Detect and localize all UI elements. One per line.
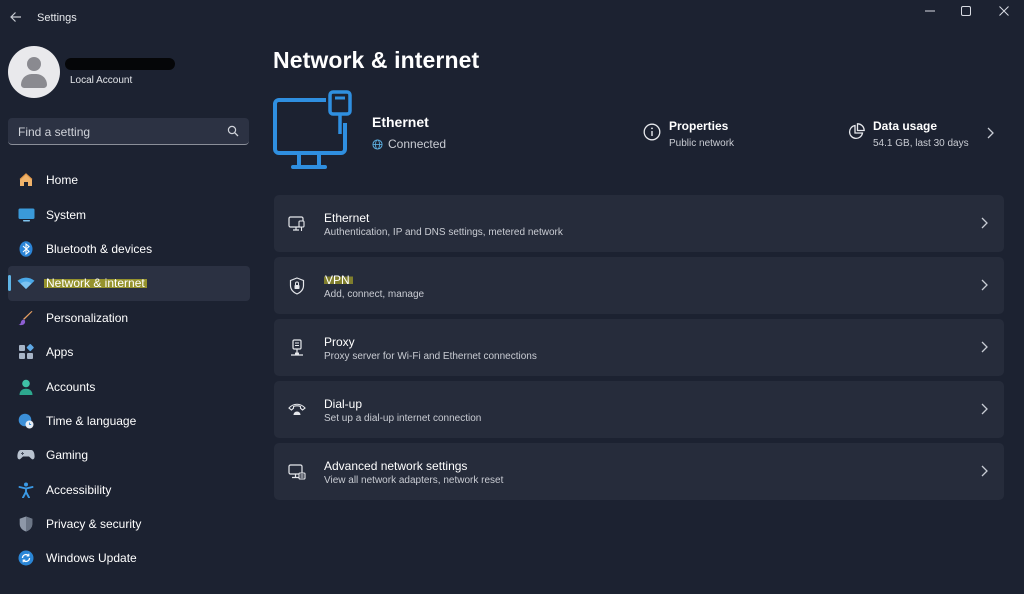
avatar xyxy=(8,46,60,98)
sidebar-item-windows-update[interactable]: Windows Update xyxy=(8,541,250,575)
dialup-icon xyxy=(287,400,307,420)
account-panel[interactable]: Local Account xyxy=(8,46,248,98)
sidebar-item-bluetooth[interactable]: Bluetooth & devices xyxy=(8,232,250,266)
proxy-icon xyxy=(287,338,307,358)
account-type: Local Account xyxy=(70,75,133,86)
properties-title: Properties xyxy=(669,119,729,133)
card-dialup[interactable]: Dial-up Set up a dial-up internet connec… xyxy=(274,381,1004,438)
network-type: Public network xyxy=(669,138,735,149)
sidebar-item-time-language[interactable]: Time & language xyxy=(8,404,250,438)
info-icon xyxy=(643,123,661,141)
card-title: Dial-up xyxy=(324,397,363,411)
close-icon xyxy=(999,6,1009,16)
search-box[interactable]: Find a setting xyxy=(8,118,249,145)
card-proxy[interactable]: Proxy Proxy server for Wi-Fi and Etherne… xyxy=(274,319,1004,376)
chevron-right-icon xyxy=(981,341,988,353)
account-name-redacted xyxy=(65,58,175,70)
pie-chart-icon xyxy=(849,123,865,139)
connection-name: Ethernet xyxy=(372,114,429,130)
chevron-right-icon xyxy=(981,465,988,477)
minimize-icon xyxy=(925,10,935,12)
wifi-icon xyxy=(17,274,35,292)
sidebar-item-network[interactable]: Network & internet xyxy=(8,266,250,301)
vpn-shield-icon xyxy=(287,276,307,296)
card-description: View all network adapters, network reset xyxy=(324,475,504,486)
card-description: Set up a dial-up internet connection xyxy=(324,413,482,424)
chevron-right-icon[interactable] xyxy=(984,126,996,140)
search-icon[interactable] xyxy=(227,125,239,137)
bluetooth-icon xyxy=(17,240,35,258)
card-advanced-network[interactable]: Advanced network settings View all netwo… xyxy=(274,443,1004,500)
card-description: Add, connect, manage xyxy=(324,289,425,300)
ethernet-monitor-icon xyxy=(273,90,352,169)
card-title: Proxy xyxy=(324,335,355,349)
apps-icon xyxy=(17,343,35,361)
card-title: Ethernet xyxy=(324,211,370,225)
back-button[interactable] xyxy=(6,6,26,28)
sidebar-nav: Home System Bluetooth & devices Network … xyxy=(8,163,250,576)
card-vpn[interactable]: VPN Add, connect, manage xyxy=(274,257,1004,314)
card-title: VPN xyxy=(324,273,353,287)
sidebar-item-accounts[interactable]: Accounts xyxy=(8,369,250,403)
vpn-highlight: VPN xyxy=(324,273,353,287)
ethernet-icon xyxy=(287,214,307,234)
advanced-network-icon xyxy=(287,462,307,482)
maximize-icon xyxy=(961,6,971,16)
sidebar-item-personalization[interactable]: Personalization xyxy=(8,301,250,335)
home-icon xyxy=(17,171,35,189)
maximize-button[interactable] xyxy=(948,0,984,22)
monitor-icon xyxy=(17,206,35,224)
title-bar: Settings xyxy=(0,0,1024,36)
connection-status: Connected xyxy=(372,137,446,151)
connection-status-text: Connected xyxy=(388,137,447,151)
card-description: Authentication, IP and DNS settings, met… xyxy=(324,227,563,238)
globe-clock-icon xyxy=(17,412,35,430)
back-arrow-icon xyxy=(10,12,21,22)
card-description: Proxy server for Wi-Fi and Ethernet conn… xyxy=(324,351,537,362)
sidebar-item-gaming[interactable]: Gaming xyxy=(8,438,250,472)
chevron-right-icon xyxy=(981,217,988,229)
page-title: Network & internet xyxy=(273,47,480,73)
connection-summary: Ethernet Connected Properties Public net… xyxy=(273,90,1004,170)
settings-list: Ethernet Authentication, IP and DNS sett… xyxy=(274,195,1004,505)
search-input[interactable]: Find a setting xyxy=(18,125,90,139)
chevron-right-icon xyxy=(981,279,988,291)
card-ethernet[interactable]: Ethernet Authentication, IP and DNS sett… xyxy=(274,195,1004,252)
controller-icon xyxy=(17,446,35,464)
globe-icon xyxy=(372,138,383,150)
data-usage-title: Data usage xyxy=(873,119,938,133)
person-icon xyxy=(17,378,35,396)
sidebar-item-apps[interactable]: Apps xyxy=(8,335,250,369)
app-title: Settings xyxy=(37,12,77,24)
shield-icon xyxy=(17,515,35,533)
update-icon xyxy=(17,549,35,567)
minimize-button[interactable] xyxy=(912,0,948,22)
brush-icon xyxy=(17,309,35,327)
card-title: Advanced network settings xyxy=(324,459,468,473)
close-button[interactable] xyxy=(986,0,1022,22)
sidebar-item-accessibility[interactable]: Accessibility xyxy=(8,473,250,507)
data-usage-value: 54.1 GB, last 30 days xyxy=(873,138,969,149)
accessibility-icon xyxy=(17,481,35,499)
chevron-right-icon xyxy=(981,403,988,415)
sidebar-item-privacy[interactable]: Privacy & security xyxy=(8,507,250,541)
sidebar-item-home[interactable]: Home xyxy=(8,163,250,197)
sidebar-item-system[interactable]: System xyxy=(8,197,250,231)
